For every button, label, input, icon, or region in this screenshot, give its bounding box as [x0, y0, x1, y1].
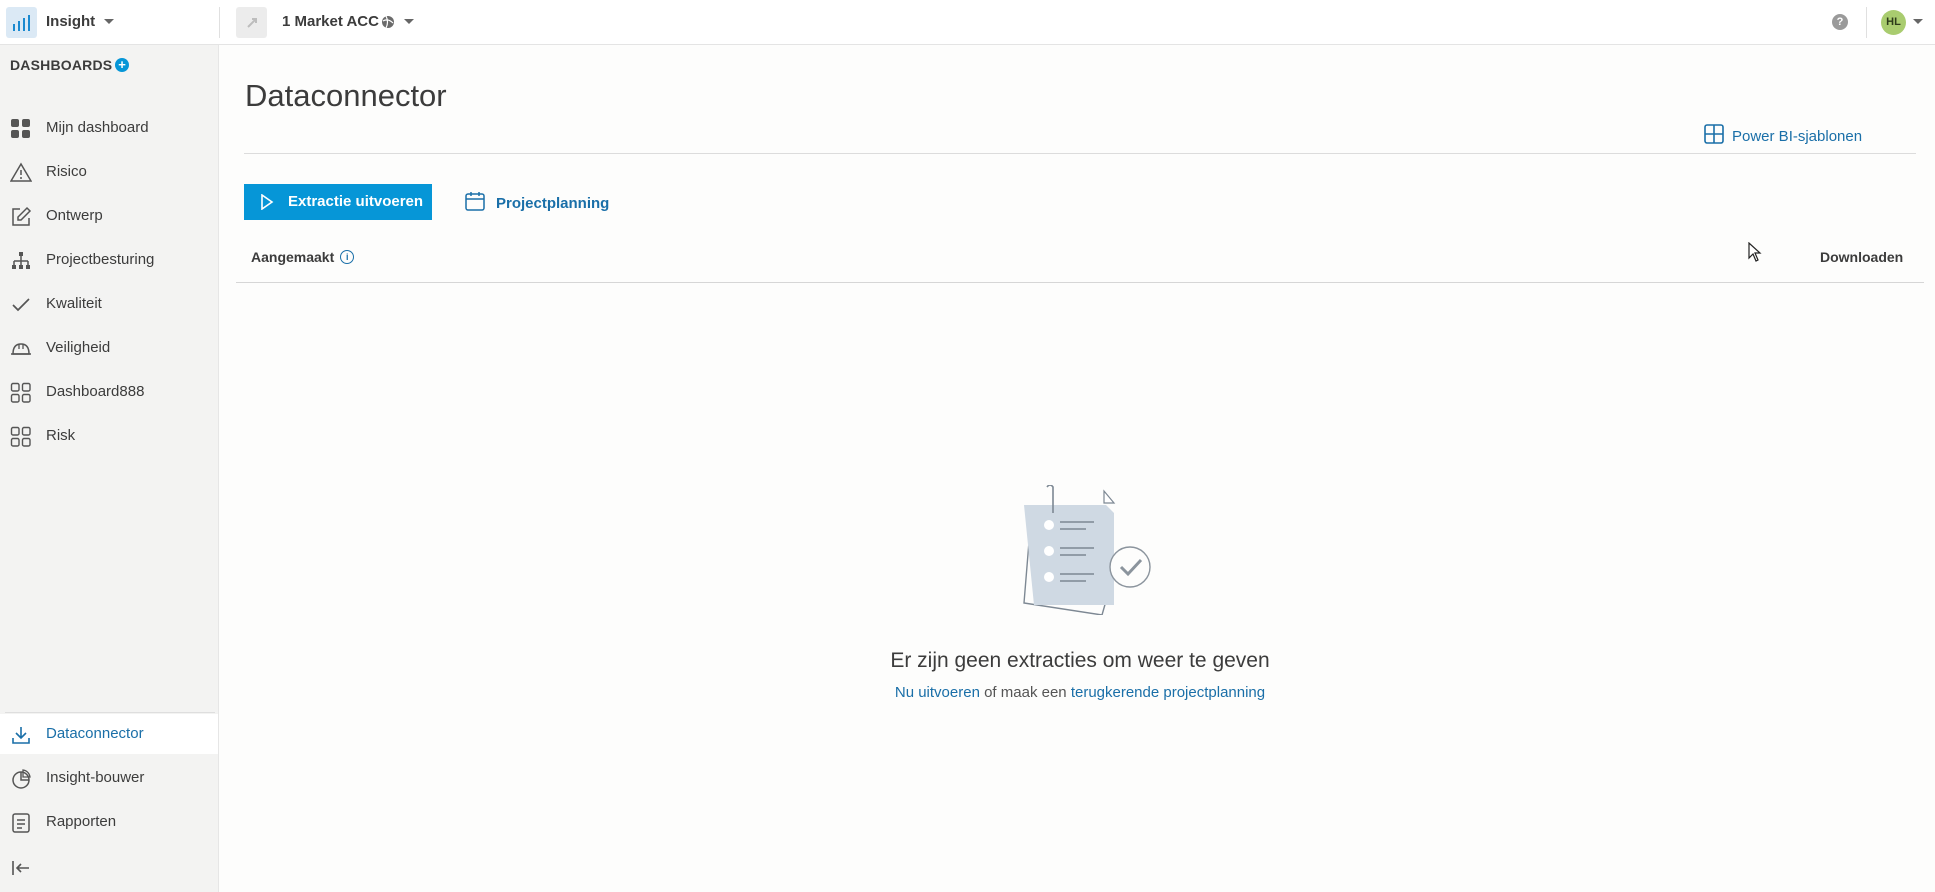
app-name: Insight — [46, 13, 96, 30]
project-thumbnail[interactable] — [236, 7, 267, 38]
grid-outline-icon — [10, 382, 32, 404]
column-header-label: Aangemaakt — [251, 249, 335, 265]
grid-window-icon — [1704, 124, 1724, 149]
sidebar-heading: DASHBOARDS — [10, 57, 113, 73]
avatar[interactable]: HL — [1881, 10, 1906, 35]
pie-chart-icon — [10, 768, 32, 790]
sidebar-item-insight-bouwer[interactable]: Insight-bouwer — [0, 758, 218, 798]
empty-state-title: Er zijn geen extracties om weer te geven — [890, 649, 1270, 672]
sidebar: DASHBOARDS + Mijn dashboard Risico Ontwe… — [0, 45, 219, 892]
chevron-down-icon[interactable] — [1913, 19, 1923, 24]
run-extraction-button[interactable]: Extractie uitvoeren — [244, 184, 432, 220]
divider — [1866, 7, 1867, 38]
mouse-cursor-icon — [1748, 241, 1762, 267]
run-now-link[interactable]: Nu uitvoeren — [895, 684, 980, 701]
table-header-divider — [236, 282, 1924, 283]
help-icon[interactable]: ? — [1832, 14, 1848, 30]
recurring-schedule-link[interactable]: terugkerende projectplanning — [1071, 684, 1265, 701]
empty-state-middle-text: of maak een — [979, 684, 1071, 701]
sidebar-item-label: Projectbesturing — [46, 251, 155, 268]
sidebar-item-label: Mijn dashboard — [46, 119, 149, 136]
sidebar-item-label: Ontwerp — [46, 207, 103, 224]
download-icon — [10, 724, 32, 746]
column-header-download: Downloaden — [1820, 249, 1904, 265]
grid-filled-icon — [10, 118, 32, 140]
edit-icon — [10, 206, 32, 228]
powerbi-templates-link[interactable]: Power BI-sjablonen — [1704, 124, 1862, 149]
sidebar-item-label: Insight-bouwer — [46, 769, 145, 786]
powerbi-templates-label: Power BI-sjablonen — [1732, 128, 1863, 145]
sidebar-item-label: Rapporten — [46, 813, 117, 830]
sidebar-item-veiligheid[interactable]: Veiligheid — [0, 328, 218, 368]
sidebar-item-label: Dashboard888 — [46, 383, 145, 400]
sidebar-item-kwaliteit[interactable]: Kwaliteit — [0, 284, 218, 324]
sidebar-item-risico[interactable]: Risico — [0, 152, 218, 192]
collapse-left-icon — [10, 857, 32, 879]
grid-outline-icon — [10, 426, 32, 448]
insight-logo-icon — [6, 7, 37, 38]
divider — [244, 153, 1916, 154]
collapse-sidebar-button[interactable] — [0, 847, 218, 887]
schedule-button[interactable]: Projectplanning — [464, 190, 609, 217]
chevron-down-icon[interactable] — [404, 19, 414, 24]
empty-clipboard-illustration — [1010, 484, 1160, 620]
info-icon[interactable]: i — [340, 250, 355, 264]
warning-icon — [9, 162, 33, 184]
sidebar-item-label: Risk — [46, 427, 76, 444]
top-bar: Insight 1 Market ACC ? HL — [0, 0, 1935, 45]
add-dashboard-icon[interactable]: + — [115, 58, 129, 72]
divider — [5, 712, 215, 713]
check-icon — [10, 294, 32, 316]
hierarchy-icon — [10, 250, 32, 272]
hardhat-icon — [10, 338, 32, 360]
sidebar-item-risk[interactable]: Risk — [0, 416, 218, 456]
column-header-created[interactable]: Aangemaakt i — [251, 249, 355, 265]
sidebar-item-label: Risico — [46, 163, 87, 180]
run-extraction-label: Extractie uitvoeren — [288, 193, 424, 210]
project-selector[interactable]: 1 Market ACC — [282, 13, 379, 30]
sidebar-item-mijn-dashboard[interactable]: Mijn dashboard — [0, 108, 218, 148]
play-icon — [260, 193, 274, 213]
sidebar-item-label: Kwaliteit — [46, 295, 102, 312]
calendar-icon — [464, 190, 486, 217]
sidebar-item-label: Veiligheid — [46, 339, 111, 356]
chevron-down-icon — [104, 19, 114, 24]
sidebar-item-ontwerp[interactable]: Ontwerp — [0, 196, 218, 236]
schedule-label: Projectplanning — [496, 195, 610, 212]
sidebar-item-rapporten[interactable]: Rapporten — [0, 802, 218, 842]
sidebar-item-label: Dataconnector — [46, 725, 144, 742]
page-title: Dataconnector — [245, 78, 447, 113]
report-icon — [10, 812, 32, 834]
divider — [219, 7, 220, 38]
sidebar-item-projectbesturing[interactable]: Projectbesturing — [0, 240, 218, 280]
globe-icon — [381, 15, 395, 34]
sidebar-item-dashboard888[interactable]: Dashboard888 — [0, 372, 218, 412]
sidebar-item-dataconnector[interactable]: Dataconnector — [0, 714, 218, 754]
empty-state-subtitle: Nu uitvoeren of maak een terugkerende pr… — [700, 684, 1460, 701]
